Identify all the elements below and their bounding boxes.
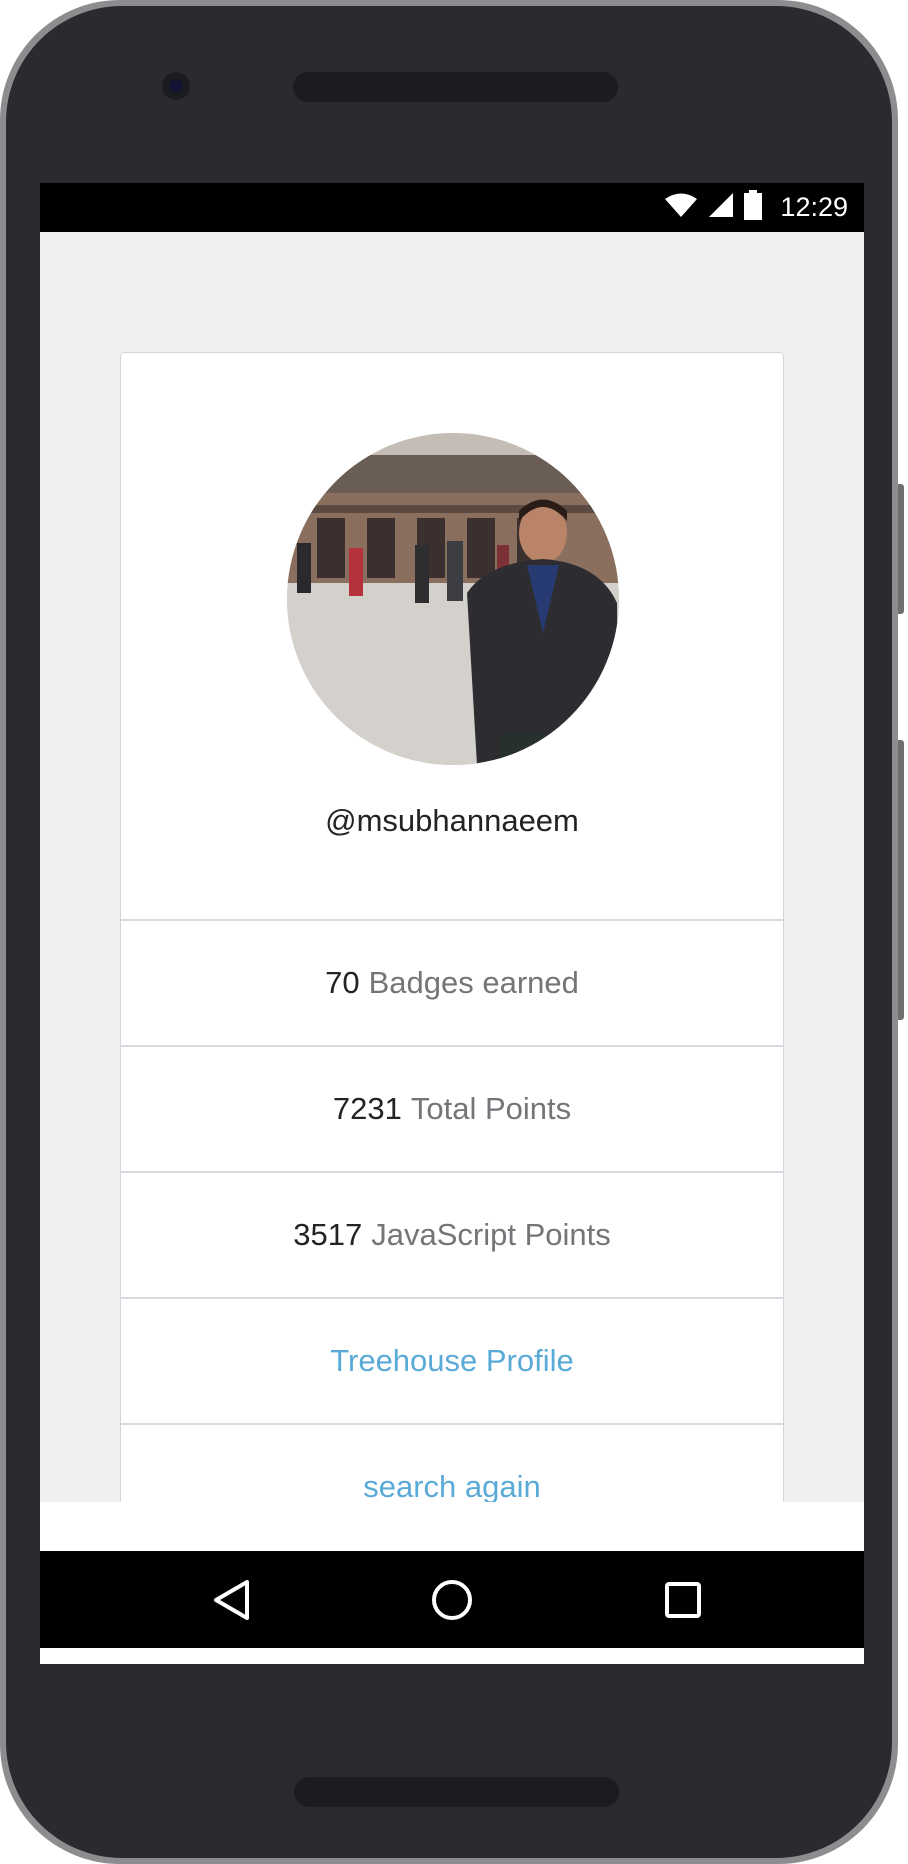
bottom-speaker <box>294 1777 619 1807</box>
stat-row-javascript-points: 3517 JavaScript Points <box>121 1173 783 1299</box>
navigation-bar <box>40 1551 864 1648</box>
profile-card: @msubhannaeem 70 Badges earned 7231 Tota… <box>120 352 784 1502</box>
back-icon[interactable] <box>206 1575 256 1625</box>
volume-button <box>898 740 904 1020</box>
recents-icon[interactable] <box>658 1575 708 1625</box>
search-again-row[interactable]: search again <box>121 1425 783 1502</box>
cell-signal-icon <box>708 192 734 223</box>
username: @msubhannaeem <box>325 803 579 838</box>
status-bar: 12:29 <box>40 183 864 232</box>
badges-label: Badges earned <box>368 965 579 1000</box>
badges-count: 70 <box>325 965 360 1000</box>
avatar <box>287 433 619 765</box>
stat-row-badges: 70 Badges earned <box>121 921 783 1047</box>
treehouse-profile-link[interactable]: Treehouse Profile <box>330 1343 574 1379</box>
javascript-points-label: JavaScript Points <box>371 1217 611 1252</box>
screen: 12:29 @msubhannaeem 70 Badges earned 723… <box>40 183 864 1664</box>
keyboard-gap <box>40 1502 864 1551</box>
total-points-label: Total Points <box>410 1091 572 1126</box>
front-camera <box>162 72 190 100</box>
treehouse-profile-row[interactable]: Treehouse Profile <box>121 1299 783 1425</box>
home-icon[interactable] <box>427 1575 477 1625</box>
javascript-points-count: 3517 <box>293 1217 363 1252</box>
profile-header: @msubhannaeem <box>121 353 783 921</box>
power-button <box>898 484 904 614</box>
status-time: 12:29 <box>780 192 848 222</box>
status-icons: 12:29 <box>664 183 848 232</box>
earpiece-speaker <box>293 72 618 102</box>
wifi-icon <box>664 192 698 223</box>
stat-row-total-points: 7231 Total Points <box>121 1047 783 1173</box>
main-content[interactable]: @msubhannaeem 70 Badges earned 7231 Tota… <box>40 232 864 1502</box>
search-again-link[interactable]: search again <box>363 1469 541 1502</box>
total-points-count: 7231 <box>332 1091 402 1126</box>
battery-icon <box>744 190 763 225</box>
